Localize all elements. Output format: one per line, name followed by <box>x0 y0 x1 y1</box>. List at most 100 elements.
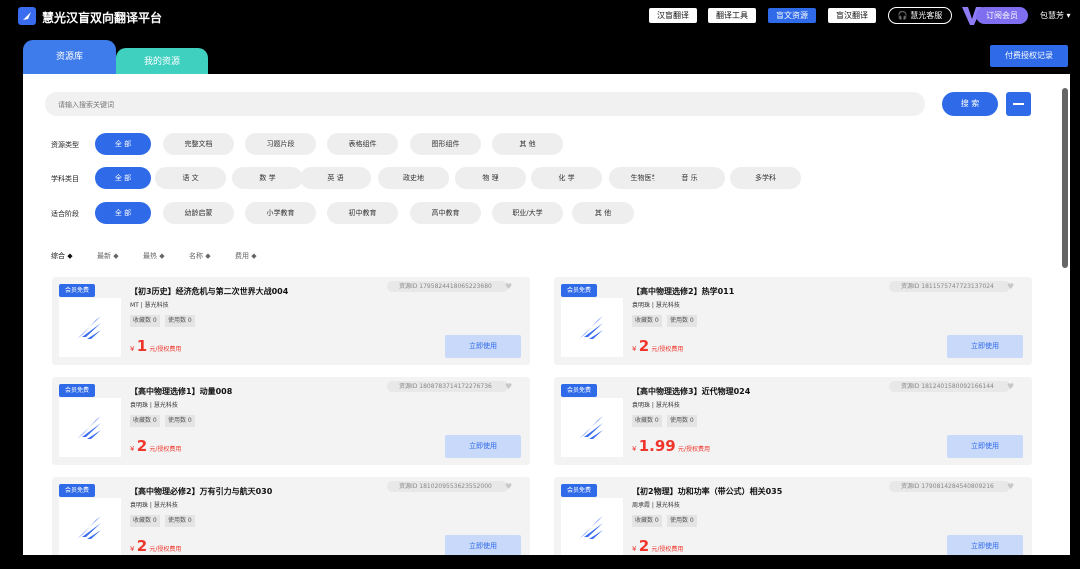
app-title: 慧光汉盲双向翻译平台 <box>42 11 163 25</box>
chip-type-other[interactable]: 其 他 <box>492 133 563 155</box>
resource-card[interactable]: 会员免费 【初3历史】经济危机与第二次世界大战004 MT | 慧光科技 收藏数… <box>52 277 530 365</box>
tab-my-resources[interactable]: 我的资源 <box>116 48 208 74</box>
chip-stage-preschool[interactable]: 幼龄启蒙 <box>163 202 234 224</box>
filter-label-subject: 学科类目 <box>51 175 79 183</box>
currency-symbol: ¥ <box>130 445 135 453</box>
search-box <box>45 92 925 117</box>
license-records-button[interactable]: 付费授权记录 <box>990 45 1068 67</box>
chip-type-all[interactable]: 全 部 <box>95 133 151 155</box>
resource-title[interactable]: 【高中物理选修2】热学011 <box>632 286 734 297</box>
resource-id: 资源ID 1810209553623552000 <box>387 481 508 492</box>
chip-stage-middle[interactable]: 初中教育 <box>327 202 398 224</box>
uses-count: 使用数 0 <box>667 515 697 527</box>
resource-id: 资源ID 1808783714172276736 <box>387 381 508 392</box>
chip-subject-chinese[interactable]: 语 文 <box>155 167 226 189</box>
chip-stage-primary[interactable]: 小学教育 <box>245 202 316 224</box>
resource-card[interactable]: 会员免费 【高中物理选修1】动量008 袁明珠 | 慧光科技 收藏数 0 使用数… <box>52 377 530 465</box>
chip-subject-politics-history-geo[interactable]: 政史地 <box>378 167 449 189</box>
price-unit: 元/授权费用 <box>149 446 182 453</box>
chip-stage-high[interactable]: 高中教育 <box>410 202 481 224</box>
uses-count: 使用数 0 <box>667 415 697 427</box>
resource-thumbnail <box>561 298 623 357</box>
chip-subject-physics[interactable]: 物 理 <box>455 167 526 189</box>
favorites-count: 收藏数 0 <box>632 315 662 327</box>
resource-thumbnail <box>561 498 623 555</box>
resource-title[interactable]: 【高中物理选修3】近代物理024 <box>632 386 750 397</box>
subscribe-button[interactable]: 订阅会员 <box>976 7 1028 24</box>
use-now-button[interactable]: 立即使用 <box>947 435 1023 458</box>
resource-id: 资源ID 1795824418065223680 <box>387 281 508 292</box>
nav-braille-resources[interactable]: 盲文资源 <box>768 8 816 23</box>
user-menu[interactable]: 包慧芳 ▾ <box>1040 10 1071 21</box>
resource-author: 袁明珠 | 慧光科技 <box>632 302 680 309</box>
resource-title[interactable]: 【初2物理】功和功率（带公式）相关035 <box>632 486 782 497</box>
chip-subject-music[interactable]: 音 乐 <box>654 167 725 189</box>
member-free-badge: 会员免费 <box>561 384 597 397</box>
currency-symbol: ¥ <box>130 545 135 553</box>
nav-translation-tools[interactable]: 翻译工具 <box>708 8 756 23</box>
chip-type-full-doc[interactable]: 完整文档 <box>163 133 234 155</box>
customer-service-button[interactable]: 🎧 慧光客服 <box>888 7 952 24</box>
resource-thumbnail <box>59 498 121 555</box>
resource-title[interactable]: 【高中物理必修2】万有引力与航天030 <box>130 486 272 497</box>
resource-thumbnail <box>59 398 121 457</box>
wing-logo-icon <box>579 416 603 439</box>
resource-card[interactable]: 会员免费 【高中物理必修2】万有引力与航天030 袁明珠 | 慧光科技 收藏数 … <box>52 477 530 555</box>
resource-title[interactable]: 【初3历史】经济危机与第二次世界大战004 <box>130 286 288 297</box>
wing-logo-icon <box>579 316 603 339</box>
favorite-heart-icon[interactable]: ♥ <box>505 282 512 291</box>
use-now-button[interactable]: 立即使用 <box>947 335 1023 358</box>
search-input[interactable] <box>45 93 925 117</box>
chip-subject-all[interactable]: 全 部 <box>95 167 151 189</box>
favorite-heart-icon[interactable]: ♥ <box>1007 282 1014 291</box>
resource-id: 资源ID 1812401580092166144 <box>889 381 1010 392</box>
resource-author: 袁明珠 | 慧光科技 <box>632 402 680 409</box>
currency-symbol: ¥ <box>632 345 637 353</box>
chip-stage-other[interactable]: 其 他 <box>572 202 634 224</box>
top-bar: 慧光汉盲双向翻译平台 汉盲翻译 翻译工具 盲文资源 盲汉翻译 🎧 慧光客服 订阅… <box>0 0 1080 32</box>
resource-author: 袁明珠 | 慧光科技 <box>130 402 178 409</box>
member-free-badge: 会员免费 <box>561 284 597 297</box>
chip-subject-math[interactable]: 数 学 <box>232 167 303 189</box>
resource-title[interactable]: 【高中物理选修1】动量008 <box>130 386 232 397</box>
favorite-heart-icon[interactable]: ♥ <box>1007 482 1014 491</box>
favorite-heart-icon[interactable]: ♥ <box>1007 382 1014 391</box>
resource-card[interactable]: 会员免费 【高中物理选修2】热学011 袁明珠 | 慧光科技 收藏数 0 使用数… <box>554 277 1032 365</box>
chip-type-table[interactable]: 表格组件 <box>327 133 398 155</box>
use-now-button[interactable]: 立即使用 <box>445 535 521 555</box>
nav-chinese-to-braille[interactable]: 汉盲翻译 <box>649 8 697 23</box>
price-unit: 元/授权费用 <box>677 446 710 453</box>
chip-stage-vocational[interactable]: 职业/大学 <box>492 202 563 224</box>
tab-resource-library[interactable]: 资源库 <box>23 40 116 74</box>
sort-overall[interactable]: 综合 ◆ <box>51 251 73 261</box>
resource-card[interactable]: 会员免费 【高中物理选修3】近代物理024 袁明珠 | 慧光科技 收藏数 0 使… <box>554 377 1032 465</box>
uses-count: 使用数 0 <box>165 415 195 427</box>
chip-subject-chemistry[interactable]: 化 学 <box>531 167 602 189</box>
resource-author: MT | 慧光科技 <box>130 302 169 309</box>
resource-price: ¥ 1.99 元/授权费用 <box>632 437 710 455</box>
headset-icon: 🎧 <box>897 11 908 20</box>
favorite-heart-icon[interactable]: ♥ <box>505 482 512 491</box>
nav-braille-to-chinese[interactable]: 盲汉翻译 <box>828 8 876 23</box>
use-now-button[interactable]: 立即使用 <box>947 535 1023 555</box>
use-now-button[interactable]: 立即使用 <box>445 335 521 358</box>
favorites-count: 收藏数 0 <box>632 415 662 427</box>
search-button[interactable]: 搜 索 <box>942 92 998 116</box>
favorite-heart-icon[interactable]: ♥ <box>505 382 512 391</box>
chip-subject-english[interactable]: 英 语 <box>300 167 371 189</box>
resource-card[interactable]: 会员免费 【初2物理】功和功率（带公式）相关035 周承霞 | 慧光科技 收藏数… <box>554 477 1032 555</box>
chip-type-exercise[interactable]: 习题片段 <box>245 133 316 155</box>
price-value: 1 <box>136 337 148 355</box>
sort-hottest[interactable]: 最热 ◆ <box>143 251 165 261</box>
sort-fee[interactable]: 费用 ◆ <box>235 251 257 261</box>
chip-stage-all[interactable]: 全 部 <box>95 202 151 224</box>
resource-id: 资源ID 1790814284540809216 <box>889 481 1010 492</box>
price-value: 2 <box>136 537 148 555</box>
sort-newest[interactable]: 最新 ◆ <box>97 251 119 261</box>
collapse-button[interactable] <box>1006 92 1031 116</box>
chip-type-graphic[interactable]: 图形组件 <box>410 133 481 155</box>
scrollbar[interactable] <box>1062 88 1068 268</box>
use-now-button[interactable]: 立即使用 <box>445 435 521 458</box>
chip-subject-multi[interactable]: 多学科 <box>730 167 801 189</box>
sort-name[interactable]: 名称 ◆ <box>189 251 211 261</box>
